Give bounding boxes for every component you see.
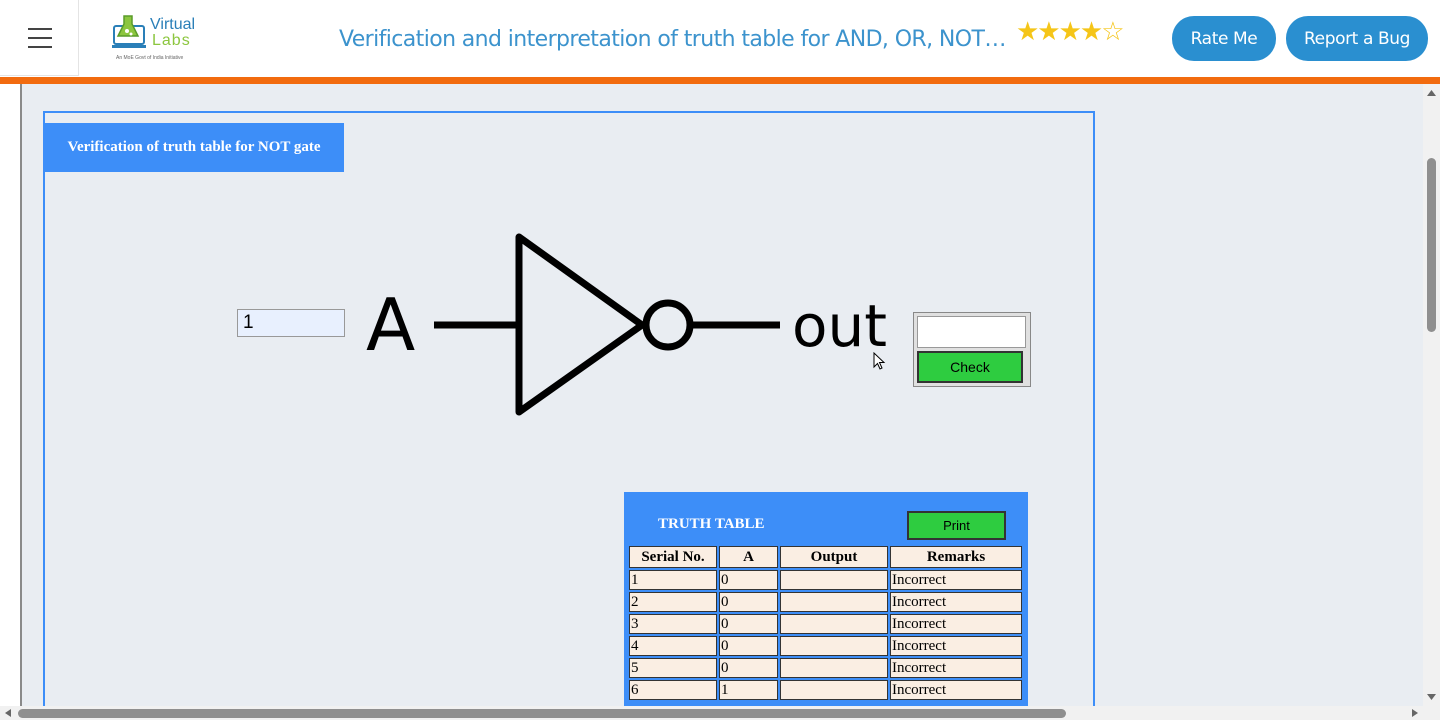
menu-line-icon: [28, 46, 52, 48]
cell-a: 0: [719, 658, 778, 678]
logo-tagline: An MoE Govt of India Initiative: [116, 55, 184, 61]
vertical-scroll-thumb[interactable]: [1427, 158, 1436, 332]
rate-me-button[interactable]: Rate Me: [1172, 16, 1276, 61]
cell-remarks: Incorrect: [890, 570, 1022, 590]
rating-stars[interactable]: ★★★★☆: [1016, 18, 1125, 44]
header: Virtual Labs An MoE Govt of India Initia…: [0, 0, 1440, 77]
inverter-bubble-icon: [642, 299, 694, 351]
cell-remarks: Incorrect: [890, 592, 1022, 612]
table-row: 5 0 Incorrect: [629, 658, 1022, 678]
header-divider: [0, 77, 1440, 84]
left-rail: [0, 84, 22, 706]
hamburger-menu-button[interactable]: [0, 0, 79, 76]
output-field[interactable]: [917, 316, 1026, 348]
not-gate-diagram: A out: [366, 233, 887, 416]
cell-output: [780, 636, 888, 656]
cell-a: 0: [719, 592, 778, 612]
cell-remarks: Incorrect: [890, 658, 1022, 678]
column-header-remarks: Remarks: [890, 546, 1022, 568]
cell-a: 0: [719, 614, 778, 634]
cell-output: [780, 658, 888, 678]
horizontal-scrollbar[interactable]: [0, 706, 1440, 720]
not-gate-triangle-icon: [515, 233, 646, 416]
vertical-scrollbar[interactable]: [1423, 84, 1440, 706]
horizontal-scroll-thumb[interactable]: [18, 709, 1066, 718]
cell-output: [780, 570, 888, 590]
cell-a: 0: [719, 636, 778, 656]
truth-table: Serial No. A Output Remarks 1 0 Incorrec…: [627, 544, 1024, 702]
scroll-down-arrow-icon[interactable]: [1423, 690, 1440, 704]
print-button[interactable]: Print: [907, 511, 1006, 540]
input-label-a: A: [366, 283, 415, 367]
cell-remarks: Incorrect: [890, 636, 1022, 656]
report-bug-button[interactable]: Report a Bug: [1286, 16, 1428, 61]
cell-serial: 3: [629, 614, 717, 634]
table-row: 1 0 Incorrect: [629, 570, 1022, 590]
check-button[interactable]: Check: [917, 351, 1023, 383]
column-header-a: A: [719, 546, 778, 568]
simulation-area: Verification of truth table for NOT gate…: [22, 84, 1423, 711]
cell-serial: 1: [629, 570, 717, 590]
table-header-row: Serial No. A Output Remarks: [629, 546, 1022, 568]
scroll-left-arrow-icon[interactable]: [1, 706, 15, 720]
mouse-cursor-icon: [873, 352, 886, 370]
truth-table-title: TRUTH TABLE: [658, 516, 765, 532]
panel-title: Verification of truth table for NOT gate: [44, 123, 344, 172]
column-header-serial: Serial No.: [629, 546, 717, 568]
output-label: out: [792, 292, 887, 360]
flask-icon: [112, 15, 146, 48]
cell-output: [780, 614, 888, 634]
menu-line-icon: [28, 37, 52, 39]
cell-serial: 6: [629, 680, 717, 700]
cell-output: [780, 592, 888, 612]
cell-serial: 2: [629, 592, 717, 612]
scroll-right-arrow-icon[interactable]: [1408, 706, 1422, 720]
table-row: 6 1 Incorrect: [629, 680, 1022, 700]
cell-output: [780, 680, 888, 700]
scroll-up-arrow-icon[interactable]: [1423, 86, 1440, 100]
logo-text-labs: Labs: [152, 32, 191, 49]
table-row: 2 0 Incorrect: [629, 592, 1022, 612]
cell-remarks: Incorrect: [890, 614, 1022, 634]
cell-remarks: Incorrect: [890, 680, 1022, 700]
content-area: Verification of truth table for NOT gate…: [0, 84, 1440, 711]
truth-table-panel: TRUTH TABLE Print Serial No. A Output Re…: [624, 492, 1028, 706]
cell-a: 0: [719, 570, 778, 590]
input-a-field[interactable]: 1: [237, 309, 345, 337]
virtual-labs-logo[interactable]: Virtual Labs An MoE Govt of India Initia…: [110, 12, 202, 64]
table-row: 4 0 Incorrect: [629, 636, 1022, 656]
cell-a: 1: [719, 680, 778, 700]
page-title: Verification and interpretation of truth…: [339, 27, 1011, 52]
menu-line-icon: [28, 28, 52, 30]
cell-serial: 4: [629, 636, 717, 656]
table-row: 3 0 Incorrect: [629, 614, 1022, 634]
column-header-output: Output: [780, 546, 888, 568]
output-box: Check: [913, 312, 1031, 387]
cell-serial: 5: [629, 658, 717, 678]
